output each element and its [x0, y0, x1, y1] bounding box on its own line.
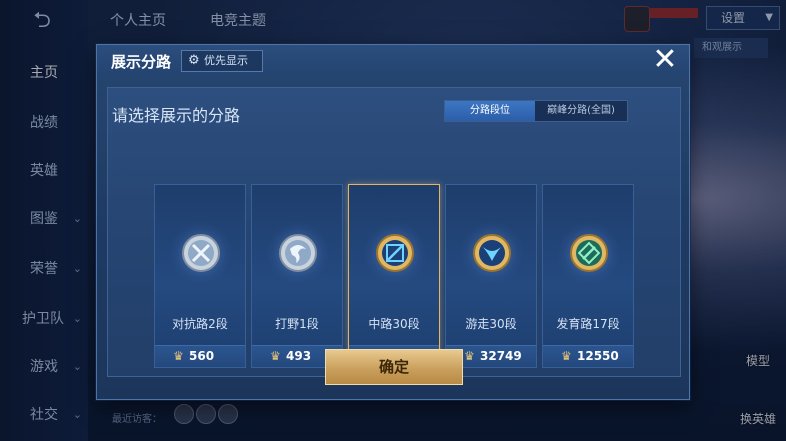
lane-card-jungle[interactable]: 打野1段 ♛ 493 [251, 184, 343, 368]
dialog-header: 展示分路 ⚙ 优先显示 ✕ [97, 45, 689, 77]
priority-display-button[interactable]: ⚙ 优先显示 [181, 50, 263, 72]
lane-card-roam[interactable]: 游走30段 ♛ 32749 [445, 184, 537, 368]
jungle-lane-icon [279, 234, 317, 272]
lane-card-clash[interactable]: 对抗路2段 ♛ 560 [154, 184, 246, 368]
tab-peak-lane[interactable]: 巅峰分路(全国) [535, 101, 627, 121]
lane-display-dialog: 展示分路 ⚙ 优先显示 ✕ 请选择展示的分路 分路段位 巅峰分路(全国) 对抗路… [96, 44, 690, 400]
farm-lane-icon [570, 234, 608, 272]
prompt-text: 请选择展示的分路 [112, 106, 241, 125]
lane-name: 中路30段 [368, 317, 420, 331]
lane-score: 560 [189, 349, 215, 363]
dialog-title: 展示分路 [111, 53, 172, 71]
lane-name: 发育路17段 [556, 317, 620, 331]
clash-lane-icon [182, 234, 220, 272]
lane-name: 游走30段 [465, 317, 517, 331]
close-icon[interactable]: ✕ [649, 45, 681, 75]
lane-score: 32749 [480, 349, 522, 363]
mid-lane-icon [376, 234, 414, 272]
gear-icon: ⚙ [188, 53, 200, 68]
lane-score: 493 [286, 349, 312, 363]
crown-icon: ♛ [270, 349, 281, 363]
crown-icon: ♛ [464, 349, 475, 363]
roam-lane-icon [473, 234, 511, 272]
crown-icon: ♛ [561, 349, 572, 363]
lane-card-mid[interactable]: 中路30段 ♛ 33859 [348, 184, 440, 368]
lane-name: 打野1段 [275, 317, 319, 331]
lane-name: 对抗路2段 [172, 317, 228, 331]
lane-card-farm[interactable]: 发育路17段 ♛ 12550 [542, 184, 634, 368]
tab-lane-rank[interactable]: 分路段位 [445, 101, 535, 121]
lane-panel: 请选择展示的分路 分路段位 巅峰分路(全国) 对抗路2段 ♛ 560 打野1段 … [107, 87, 681, 377]
mode-toggle: 分路段位 巅峰分路(全国) [444, 100, 628, 122]
score-bar: ♛ 12550 [543, 345, 633, 367]
confirm-button[interactable]: 确定 [325, 349, 463, 385]
lane-score: 12550 [577, 349, 619, 363]
crown-icon: ♛ [173, 349, 184, 363]
score-bar: ♛ 560 [155, 345, 245, 367]
